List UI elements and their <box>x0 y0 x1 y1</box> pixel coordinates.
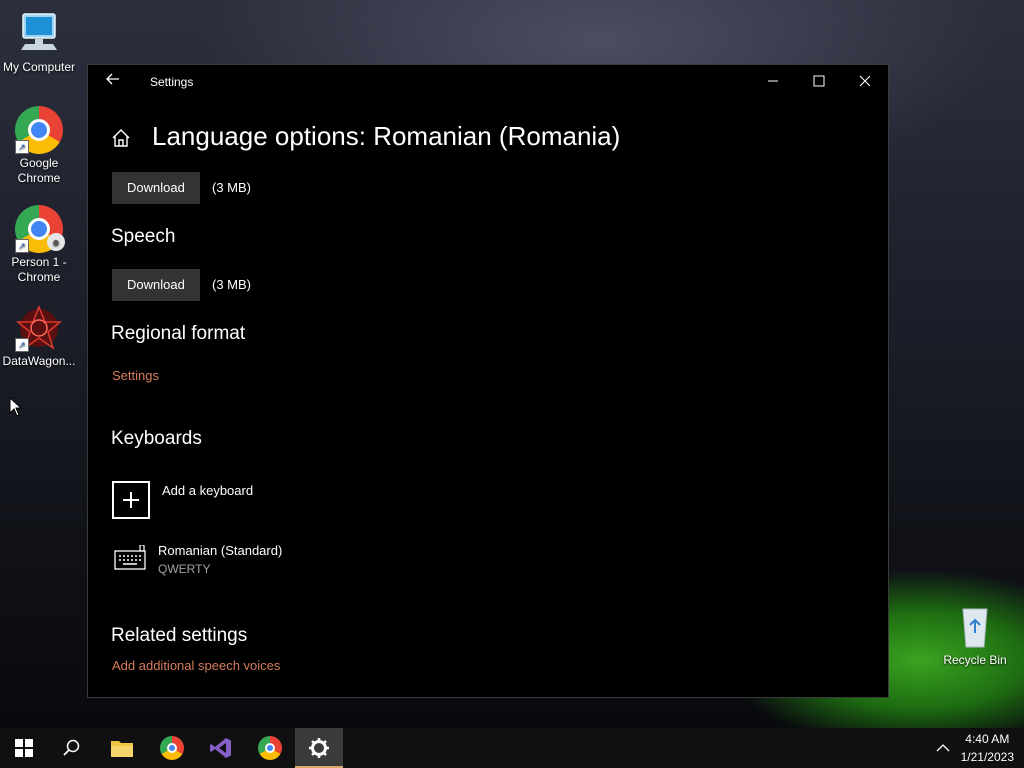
computer-icon <box>15 10 63 58</box>
gear-icon <box>309 738 329 758</box>
chevron-up-icon <box>936 744 950 752</box>
page-title: Language options: Romanian (Romania) <box>152 121 621 151</box>
clock-time: 4:40 AM <box>965 732 1010 746</box>
desktop-icon-my-computer[interactable]: My Computer <box>0 10 78 75</box>
search-button[interactable] <box>48 728 96 768</box>
recycle-bin-icon <box>951 603 999 651</box>
taskbar-chrome-2[interactable] <box>246 728 294 768</box>
settings-content: Language options: Romanian (Romania) Dow… <box>110 65 888 697</box>
datawagon-icon: ↗ <box>15 304 63 352</box>
language-pack-download-button[interactable]: Download <box>112 172 200 204</box>
shortcut-arrow-icon: ↗ <box>15 338 29 352</box>
home-icon[interactable] <box>110 127 132 149</box>
related-settings-heading: Related settings <box>111 625 248 646</box>
mouse-cursor <box>9 396 23 422</box>
shortcut-arrow-icon: ↗ <box>15 140 29 154</box>
taskbar-settings[interactable] <box>295 728 343 768</box>
speech-heading: Speech <box>111 226 176 247</box>
search-icon <box>63 739 80 756</box>
desktop-icon-recycle-bin[interactable]: Recycle Bin <box>936 603 1014 668</box>
chrome-icon: ↗ <box>15 106 63 154</box>
desktop-icon-label: Recycle Bin <box>943 653 1007 667</box>
windows-logo-icon <box>15 739 33 757</box>
speech-download-button[interactable]: Download <box>112 269 200 301</box>
add-speech-voices-link[interactable]: Add additional speech voices <box>112 658 280 673</box>
desktop-icon-label: My Computer <box>2 60 76 74</box>
desktop-icon-label: Person 1 - Chrome <box>11 255 67 284</box>
folder-icon <box>111 741 133 757</box>
desktop-icon-label: Google Chrome <box>17 156 61 185</box>
speech-size: (3 MB) <box>212 277 251 292</box>
taskbar-chrome[interactable] <box>148 728 196 768</box>
add-keyboard-label: Add a keyboard <box>162 483 254 498</box>
keyboard-layout: QWERTY <box>158 562 211 576</box>
person-badge-icon: ● <box>47 233 65 251</box>
show-hidden-icons-button[interactable] <box>930 728 956 768</box>
desktop-icon-label: DataWagon... <box>2 354 76 368</box>
keyboards-heading: Keyboards <box>111 428 202 449</box>
regional-format-heading: Regional format <box>111 323 246 344</box>
chrome-icon <box>258 736 282 760</box>
language-pack-size: (3 MB) <box>212 180 251 195</box>
start-button[interactable] <box>0 728 48 768</box>
taskbar-file-explorer[interactable] <box>98 728 146 768</box>
shortcut-arrow-icon: ↗ <box>15 239 29 253</box>
plus-icon <box>112 481 150 519</box>
desktop-icon-datawagon[interactable]: ↗ DataWagon... <box>0 304 78 369</box>
keyboard-name: Romanian (Standard) <box>158 543 283 558</box>
system-clock[interactable]: 4:40 AM 1/21/2023 <box>961 730 1014 766</box>
settings-window: Settings Language options: Romanian (Rom… <box>87 64 889 698</box>
regional-format-settings-link[interactable]: Settings <box>112 368 159 383</box>
desktop-icon-person-1-chrome[interactable]: ● ↗ Person 1 - Chrome <box>0 205 78 285</box>
taskbar-visual-studio[interactable] <box>197 728 245 768</box>
visual-studio-icon <box>210 738 231 758</box>
taskbar: 4:40 AM 1/21/2023 <box>0 728 1024 768</box>
keyboard-icon <box>114 544 146 576</box>
chrome-icon <box>160 736 184 760</box>
desktop-icon-google-chrome[interactable]: ↗ Google Chrome <box>0 106 78 186</box>
chrome-profile-icon: ● ↗ <box>15 205 65 253</box>
clock-date: 1/21/2023 <box>960 750 1014 764</box>
